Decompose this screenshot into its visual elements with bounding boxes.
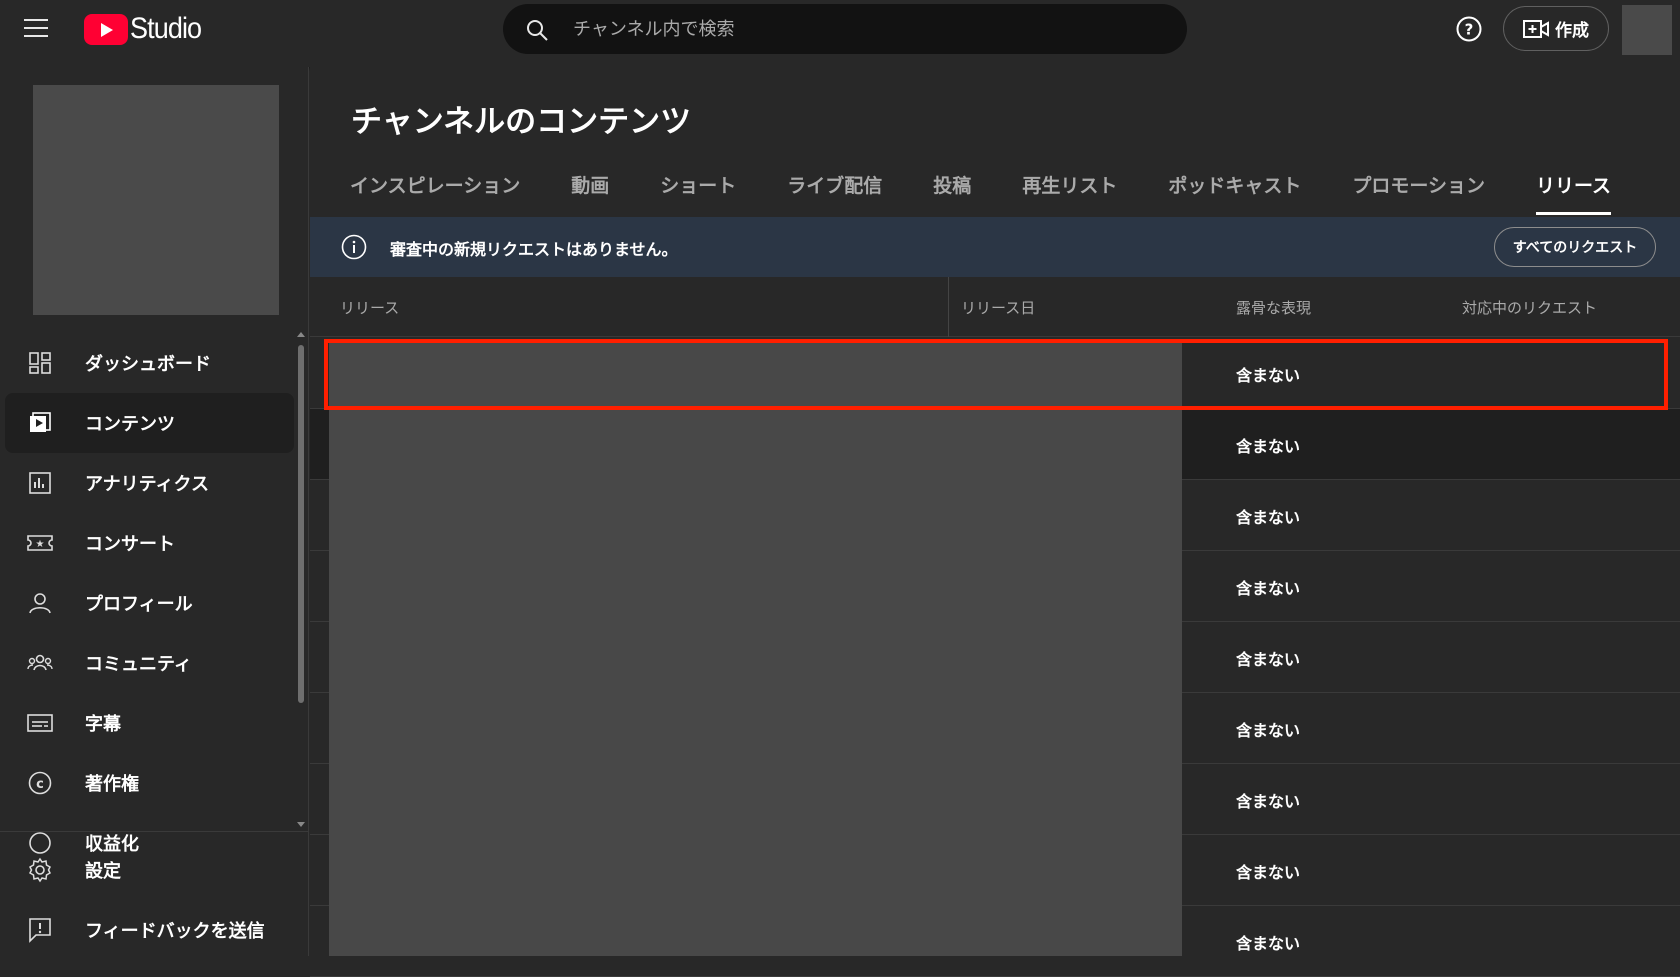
studio-logo[interactable]: Studio	[84, 12, 209, 46]
sidebar-item-label: コミュニティ	[85, 654, 192, 675]
scroll-down-arrow[interactable]	[297, 822, 305, 827]
sidebar-item-profile[interactable]: プロフィール	[5, 573, 294, 633]
tab-podcasts[interactable]: ポッドキャスト	[1168, 157, 1301, 217]
explicit-value: 含まない	[1236, 721, 1301, 740]
scroll-up-arrow[interactable]	[297, 332, 305, 337]
sidebar-item-label: 設定	[85, 861, 121, 882]
column-header-explicit[interactable]: 露骨な表現	[1236, 297, 1311, 318]
feedback-icon	[27, 917, 53, 943]
content-icon	[27, 410, 53, 436]
explicit-value: 含まない	[1236, 650, 1301, 669]
create-button[interactable]: 作成	[1503, 6, 1609, 51]
sidebar-item-label: コンサート	[85, 534, 175, 555]
create-label: 作成	[1555, 21, 1589, 41]
sidebar-scrollbar[interactable]	[298, 345, 304, 703]
ticket-icon: ★	[27, 530, 53, 556]
sidebar-item-concerts[interactable]: ★ コンサート	[5, 513, 294, 573]
avatar[interactable]	[1622, 5, 1672, 55]
help-icon[interactable]: ?	[1455, 15, 1483, 43]
svg-text:★: ★	[36, 539, 45, 550]
sidebar-item-feedback[interactable]: フィードバックを送信	[5, 900, 303, 960]
sidebar-item-settings[interactable]: 設定	[5, 840, 303, 900]
tab-playlists[interactable]: 再生リスト	[1022, 157, 1117, 217]
explicit-value: 含まない	[1236, 863, 1301, 882]
search-icon	[527, 20, 548, 41]
info-banner: 審査中の新規リクエストはありません。 すべてのリクエスト	[310, 217, 1680, 277]
svg-text:?: ?	[1465, 21, 1474, 39]
tab-shorts[interactable]: ショート	[660, 157, 736, 217]
tab-releases[interactable]: リリース	[1535, 157, 1612, 217]
tab-inspiration[interactable]: インスピレーション	[350, 157, 520, 217]
sidebar-item-label: フィードバックを送信	[85, 921, 265, 942]
logo-text: Studio	[130, 12, 202, 45]
sidebar-item-community[interactable]: コミュニティ	[5, 633, 294, 693]
tab-videos[interactable]: 動画	[571, 157, 609, 217]
sidebar-item-label: コンテンツ	[85, 414, 175, 435]
explicit-value: 含まない	[1236, 792, 1301, 811]
redacted-area	[329, 341, 1182, 956]
page-title: チャンネルのコンテンツ	[351, 104, 692, 140]
sidebar: ダッシュボード コンテンツ アナリティクス ★ コンサート プロフィール コミュ…	[0, 67, 309, 956]
banner-message: 審査中の新規リクエストはありません。	[390, 240, 678, 259]
copyright-icon: c	[27, 770, 53, 796]
gear-icon	[27, 857, 53, 883]
table-header: リリース リリース日 露骨な表現 対応中のリクエスト	[310, 277, 1680, 337]
analytics-icon	[27, 470, 53, 496]
sidebar-item-label: 著作権	[85, 774, 139, 795]
sidebar-item-label: ダッシュボード	[85, 354, 211, 375]
sidebar-item-subtitles[interactable]: 字幕	[5, 693, 294, 753]
search-input[interactable]	[573, 4, 1163, 54]
top-bar: Studio ? 作成	[0, 0, 1680, 67]
explicit-value: 含まない	[1236, 579, 1301, 598]
sidebar-item-copyright[interactable]: c 著作権	[5, 753, 294, 813]
subtitles-icon	[27, 710, 53, 736]
explicit-value: 含まない	[1236, 934, 1301, 953]
tab-posts[interactable]: 投稿	[933, 157, 971, 217]
youtube-logo-icon	[84, 13, 128, 45]
column-header-release[interactable]: リリース	[340, 297, 399, 318]
channel-thumbnail[interactable]	[33, 85, 279, 315]
tab-live[interactable]: ライブ配信	[787, 157, 882, 217]
sidebar-nav: ダッシュボード コンテンツ アナリティクス ★ コンサート プロフィール コミュ…	[0, 333, 300, 893]
all-requests-button[interactable]: すべてのリクエスト	[1494, 227, 1656, 267]
column-header-active-requests[interactable]: 対応中のリクエスト	[1462, 297, 1597, 318]
sidebar-item-dashboard[interactable]: ダッシュボード	[5, 333, 294, 393]
create-video-icon	[1523, 19, 1549, 38]
sidebar-bottom: 設定 フィードバックを送信	[0, 831, 309, 956]
tab-promotions[interactable]: プロモーション	[1352, 157, 1485, 217]
highlight-box	[324, 339, 1668, 410]
person-icon	[27, 590, 53, 616]
column-divider	[948, 277, 949, 337]
search-box[interactable]	[503, 4, 1187, 54]
sidebar-item-content[interactable]: コンテンツ	[5, 393, 294, 453]
content-tabs: インスピレーション 動画 ショート ライブ配信 投稿 再生リスト ポッドキャスト…	[310, 157, 1662, 217]
sidebar-item-analytics[interactable]: アナリティクス	[5, 453, 294, 513]
explicit-value: 含まない	[1236, 437, 1301, 456]
column-header-release-date[interactable]: リリース日	[961, 297, 1035, 318]
explicit-value: 含まない	[1236, 508, 1301, 527]
community-icon	[27, 650, 53, 676]
main-content: チャンネルのコンテンツ インスピレーション 動画 ショート ライブ配信 投稿 再…	[310, 67, 1680, 977]
sidebar-item-label: プロフィール	[85, 594, 193, 615]
sidebar-item-label: アナリティクス	[85, 474, 210, 495]
sidebar-item-label: 字幕	[85, 714, 121, 735]
info-icon	[341, 234, 367, 260]
svg-text:c: c	[36, 777, 44, 792]
menu-icon[interactable]	[24, 19, 48, 37]
dashboard-icon	[27, 350, 53, 376]
